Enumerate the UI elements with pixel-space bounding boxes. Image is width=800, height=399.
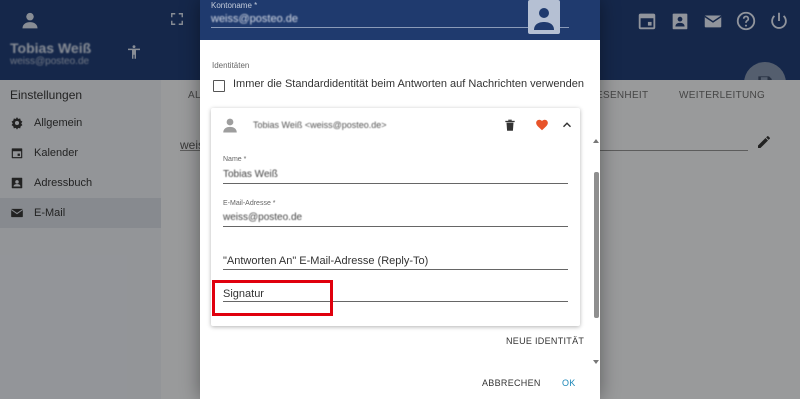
ok-button[interactable]: OK — [562, 378, 576, 388]
collapse-chevron-icon[interactable] — [560, 118, 574, 132]
delete-identity-icon[interactable] — [503, 118, 517, 133]
identity-name-input[interactable]: Tobias Weiß — [223, 169, 278, 180]
identity-card-header[interactable]: Tobias Weiß <weiss@posteo.de> — [211, 108, 580, 144]
scroll-down-arrow[interactable] — [593, 360, 599, 364]
contact-photo-icon — [522, 0, 566, 36]
default-identity-checkbox-label[interactable]: Immer die Standardidentität beim Antwort… — [233, 78, 584, 90]
dialog-header: Kontoname * weiss@posteo.de — [200, 0, 600, 40]
reply-to-input[interactable]: "Antworten An" E-Mail-Adresse (Reply-To) — [223, 255, 428, 267]
signature-highlight-box — [212, 280, 333, 316]
new-identity-button[interactable]: NEUE IDENTITÄT — [506, 336, 584, 346]
identity-card: Tobias Weiß <weiss@posteo.de> Name * Tob… — [211, 108, 580, 326]
account-name-underline — [211, 27, 569, 28]
account-name-input[interactable]: weiss@posteo.de — [211, 13, 298, 25]
account-name-label: Kontoname * — [211, 1, 258, 10]
identity-email-input[interactable]: weiss@posteo.de — [223, 212, 302, 223]
identity-name-label: Name * — [223, 156, 247, 163]
identity-name-underline — [223, 183, 568, 184]
identity-avatar-icon — [221, 116, 239, 134]
cancel-button[interactable]: ABBRECHEN — [482, 378, 541, 388]
reply-to-underline — [223, 269, 568, 270]
identity-email-underline — [223, 226, 568, 227]
identity-summary: Tobias Weiß <weiss@posteo.de> — [253, 120, 387, 130]
default-identity-heart-icon[interactable] — [535, 118, 549, 132]
default-identity-checkbox[interactable] — [213, 80, 225, 92]
scrollbar-thumb[interactable] — [594, 172, 599, 318]
identity-email-label: E-Mail-Adresse * — [223, 200, 276, 207]
scroll-up-arrow[interactable] — [593, 139, 599, 143]
account-settings-dialog: Kontoname * weiss@posteo.de Identitäten … — [200, 0, 600, 399]
identities-section-label: Identitäten — [212, 61, 250, 70]
